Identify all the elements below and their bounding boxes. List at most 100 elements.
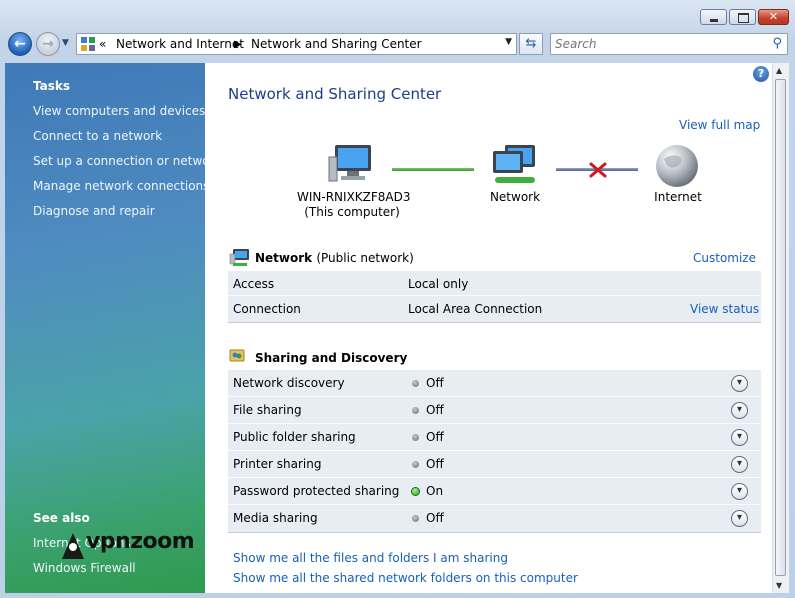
- breadcrumb-overflow-icon[interactable]: «: [99, 37, 106, 51]
- forward-arrow-icon: →: [42, 36, 54, 52]
- see-also-windows-firewall[interactable]: Windows Firewall: [33, 561, 136, 575]
- status-off-icon: [412, 515, 419, 522]
- task-diagnose-and-repair[interactable]: Diagnose and repair: [33, 204, 155, 218]
- public-folder-sharing-state: Off: [426, 430, 444, 444]
- status-on-icon: [412, 488, 419, 495]
- forward-button[interactable]: →: [36, 32, 60, 56]
- access-value: Local only: [408, 277, 469, 291]
- window-bottom-border: [0, 593, 795, 598]
- table-row: Password protected sharing On ▾: [228, 478, 761, 505]
- scroll-up-icon[interactable]: ▲: [776, 66, 782, 75]
- task-pane: Tasks View computers and devices Connect…: [5, 63, 221, 593]
- see-also-heading: See also: [33, 511, 90, 525]
- disconnected-x-icon[interactable]: [589, 162, 607, 178]
- sharing-table: Network discovery Off ▾ File sharing Off…: [228, 370, 761, 533]
- recent-pages-dropdown-icon[interactable]: ▼: [62, 38, 69, 48]
- table-row: Access Local only: [228, 271, 761, 296]
- back-button[interactable]: ←: [8, 32, 32, 56]
- tasks-heading: Tasks: [33, 79, 71, 93]
- scroll-thumb[interactable]: [775, 79, 786, 576]
- network-heading: Network (Public network): [255, 251, 414, 265]
- connection-line-computer-network: [392, 168, 474, 171]
- printer-sharing-label: Printer sharing: [233, 457, 322, 471]
- internet-label: Internet: [654, 190, 702, 204]
- show-shared-folders-link[interactable]: Show me all the shared network folders o…: [233, 571, 578, 585]
- password-protected-sharing-state: On: [426, 484, 444, 498]
- customize-link[interactable]: Customize: [693, 251, 756, 265]
- sharing-icon: [229, 349, 245, 362]
- navigation-bar: ← → ▼ « Network and Internet ▶ Network a…: [0, 30, 795, 60]
- table-row: Media sharing Off ▾: [228, 505, 761, 532]
- computer-icon[interactable]: [327, 143, 375, 187]
- public-folder-sharing-label: Public folder sharing: [233, 430, 356, 444]
- minimize-icon: [710, 19, 718, 22]
- status-off-icon: [412, 434, 419, 441]
- search-box: ⚲: [550, 33, 788, 55]
- search-input[interactable]: [555, 36, 760, 52]
- page-title: Network and Sharing Center: [228, 85, 442, 103]
- table-row: Network discovery Off ▾: [228, 370, 761, 397]
- refresh-button[interactable]: ⇆: [519, 33, 543, 55]
- help-icon[interactable]: ?: [753, 66, 769, 82]
- search-icon[interactable]: ⚲: [772, 36, 782, 51]
- title-bar: ✕: [0, 0, 795, 30]
- printer-sharing-state: Off: [426, 457, 444, 471]
- computer-subtitle: (This computer): [304, 205, 400, 219]
- status-off-icon: [412, 461, 419, 468]
- task-manage-network-connections[interactable]: Manage network connections: [33, 179, 209, 193]
- watermark-logo-icon: [62, 533, 84, 559]
- address-bar[interactable]: « Network and Internet ▶ Network and Sha…: [76, 33, 517, 55]
- table-row: File sharing Off ▾: [228, 397, 761, 424]
- network-type: (Public network): [316, 251, 414, 265]
- view-full-map-link[interactable]: View full map: [679, 118, 760, 132]
- table-row: Public folder sharing Off ▾: [228, 424, 761, 451]
- network-details-table: Access Local only Connection Local Area …: [228, 271, 761, 323]
- scroll-down-icon[interactable]: ▼: [776, 581, 782, 590]
- network-label: Network: [489, 190, 541, 204]
- file-sharing-state: Off: [426, 403, 444, 417]
- task-connect-to-a-network[interactable]: Connect to a network: [33, 129, 162, 143]
- file-sharing-label: File sharing: [233, 403, 302, 417]
- expand-file-sharing-button[interactable]: ▾: [731, 402, 748, 419]
- refresh-icon: ⇆: [525, 36, 537, 51]
- expand-media-sharing-button[interactable]: ▾: [731, 510, 748, 527]
- close-button[interactable]: ✕: [758, 9, 789, 25]
- media-sharing-state: Off: [426, 511, 444, 525]
- minimize-button[interactable]: [700, 9, 727, 25]
- computer-name: WIN-RNIXKZF8AD3: [297, 190, 411, 204]
- network-discovery-label: Network discovery: [233, 376, 345, 390]
- password-protected-sharing-label: Password protected sharing: [233, 484, 400, 498]
- expand-password-protected-sharing-button[interactable]: ▾: [731, 483, 748, 500]
- vertical-scrollbar[interactable]: ▲ ▼: [772, 63, 789, 593]
- table-row: Connection Local Area Connection View st…: [228, 296, 761, 322]
- breadcrumb-separator-icon[interactable]: ▶: [234, 39, 242, 50]
- expand-public-folder-sharing-button[interactable]: ▾: [731, 429, 748, 446]
- maximize-button[interactable]: [729, 9, 756, 25]
- network-status-icon: [229, 249, 249, 266]
- view-status-link[interactable]: View status: [690, 302, 759, 316]
- control-panel-icon: [81, 37, 95, 51]
- task-set-up-a-connection-or-network[interactable]: Set up a connection or network: [33, 154, 221, 168]
- sharing-heading: Sharing and Discovery: [255, 351, 408, 365]
- close-icon: ✕: [768, 10, 779, 23]
- internet-globe-icon[interactable]: [654, 143, 700, 189]
- status-off-icon: [412, 407, 419, 414]
- expand-printer-sharing-button[interactable]: ▾: [731, 456, 748, 473]
- back-arrow-icon: ←: [14, 36, 26, 52]
- watermark-text: vpnzoom: [86, 529, 195, 554]
- network-name: Network: [255, 251, 313, 265]
- task-view-computers-and-devices[interactable]: View computers and devices: [33, 104, 205, 118]
- address-dropdown-icon[interactable]: ▼: [505, 37, 512, 47]
- expand-network-discovery-button[interactable]: ▾: [731, 375, 748, 392]
- breadcrumb-network-and-sharing-center[interactable]: Network and Sharing Center: [251, 37, 422, 51]
- maximize-icon: [738, 13, 749, 23]
- show-shared-files-link[interactable]: Show me all the files and folders I am s…: [233, 551, 508, 565]
- breadcrumb-network-and-internet[interactable]: Network and Internet: [116, 37, 244, 51]
- connection-value: Local Area Connection: [408, 302, 543, 316]
- connection-label: Connection: [233, 302, 301, 316]
- table-row: Printer sharing Off ▾: [228, 451, 761, 478]
- network-icon[interactable]: [489, 143, 541, 189]
- network-discovery-state: Off: [426, 376, 444, 390]
- media-sharing-label: Media sharing: [233, 511, 318, 525]
- access-label: Access: [233, 277, 275, 291]
